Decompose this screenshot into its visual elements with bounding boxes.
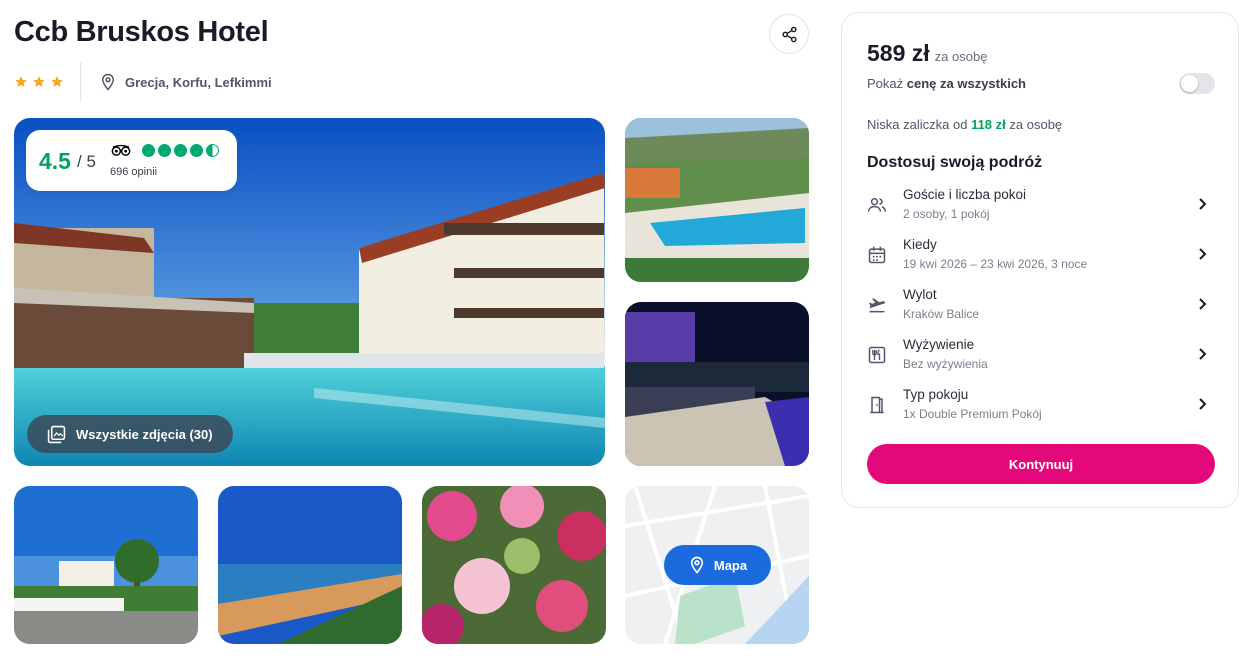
guests-icon bbox=[867, 198, 887, 212]
option-title: Typ pokoju bbox=[903, 387, 969, 402]
tripadvisor-owl-icon bbox=[111, 144, 131, 156]
review-count: 696 opinii bbox=[110, 166, 158, 178]
calendar-icon bbox=[868, 246, 886, 264]
option-dates[interactable]: Kiedy 19 kwi 2026 – 23 kwi 2026, 3 noce bbox=[867, 237, 1215, 277]
location-pin-icon bbox=[101, 73, 115, 91]
option-title: Goście i liczba pokoi bbox=[903, 187, 1027, 202]
deposit-prefix: Niska zaliczka od bbox=[867, 117, 968, 132]
photo-night-terrace[interactable] bbox=[625, 302, 809, 466]
cutlery-icon bbox=[868, 346, 886, 364]
option-board[interactable]: Wyżywienie Bez wyżywienia bbox=[867, 337, 1215, 377]
toggle-knob bbox=[1181, 75, 1198, 92]
photo-pool-aerial[interactable] bbox=[625, 118, 809, 282]
rating-max: / 5 bbox=[77, 152, 96, 171]
rating-bubble-full bbox=[174, 144, 187, 157]
customize-title: Dostosuj swoją podróż bbox=[867, 154, 1043, 171]
option-value: Kraków Balice bbox=[903, 307, 980, 321]
location: Grecja, Korfu, Lefkimmi bbox=[81, 72, 272, 92]
option-value: 2 osoby, 1 pokój bbox=[903, 207, 990, 221]
hotel-name: Ccb Bruskos Hotel bbox=[14, 16, 269, 48]
gallery-icon bbox=[47, 425, 66, 443]
star-rating bbox=[14, 75, 80, 89]
star-icon bbox=[51, 76, 63, 87]
photo-flowers[interactable] bbox=[422, 486, 606, 644]
chevron-right-icon bbox=[1199, 348, 1207, 360]
location-text: Grecja, Korfu, Lefkimmi bbox=[125, 74, 272, 90]
star-icon bbox=[33, 76, 45, 87]
photo-beach[interactable] bbox=[218, 486, 402, 644]
toggle-bold: cenę za wszystkich bbox=[906, 76, 1026, 91]
rating-card: 4.5 / 5 696 opinii bbox=[26, 130, 237, 191]
all-photos-button[interactable]: Wszystkie zdjęcia (30) bbox=[27, 415, 233, 453]
option-guests[interactable]: Goście i liczba pokoi 2 osoby, 1 pokój bbox=[867, 187, 1215, 227]
price-block: 589 zł za osobę bbox=[867, 40, 987, 67]
option-title: Wylot bbox=[903, 287, 937, 302]
option-room-type[interactable]: Typ pokoju 1x Double Premium Pokój bbox=[867, 387, 1215, 427]
hotel-meta: Grecja, Korfu, Lefkimmi bbox=[14, 62, 272, 102]
continue-button[interactable]: Kontynuuj bbox=[867, 444, 1215, 484]
price-unit: za osobę bbox=[934, 49, 988, 64]
rating-bubble-full bbox=[142, 144, 155, 157]
rating-bubble-full bbox=[190, 144, 203, 157]
plane-departure-icon bbox=[869, 298, 886, 313]
price-value: 589 zł bbox=[867, 40, 930, 66]
all-photos-label: Wszystkie zdjęcia (30) bbox=[76, 426, 213, 442]
star-icon bbox=[15, 76, 27, 87]
option-title: Wyżywienie bbox=[903, 337, 975, 352]
map-label: Mapa bbox=[713, 557, 748, 573]
share-button[interactable] bbox=[769, 14, 809, 54]
chevron-right-icon bbox=[1199, 198, 1207, 210]
option-value: 1x Double Premium Pokój bbox=[903, 407, 1042, 421]
rating-bubble-full bbox=[158, 144, 171, 157]
location-pin-icon bbox=[690, 556, 703, 574]
show-total-price-toggle[interactable] bbox=[1179, 73, 1215, 94]
option-value: 19 kwi 2026 – 23 kwi 2026, 3 noce bbox=[903, 257, 1088, 271]
tripadvisor-rating bbox=[111, 144, 219, 157]
deposit-info: Niska zaliczka od 118 zł za osobę bbox=[867, 117, 1062, 132]
share-icon bbox=[781, 26, 797, 42]
option-title: Kiedy bbox=[903, 237, 937, 252]
chevron-right-icon bbox=[1199, 398, 1207, 410]
option-flight[interactable]: Wylot Kraków Balice bbox=[867, 287, 1215, 327]
deposit-suffix: za osobę bbox=[1009, 117, 1063, 132]
map-button[interactable]: Mapa bbox=[664, 545, 771, 585]
booking-panel: 589 zł za osobę Pokaż cenę za wszystkich… bbox=[841, 12, 1239, 508]
rating-score: 4.5 bbox=[39, 148, 71, 174]
chevron-right-icon bbox=[1199, 298, 1207, 310]
photo-building-palms[interactable] bbox=[14, 486, 198, 644]
option-value: Bez wyżywienia bbox=[903, 357, 988, 371]
show-total-price-label: Pokaż cenę za wszystkich bbox=[867, 76, 1026, 91]
toggle-prefix: Pokaż bbox=[867, 76, 904, 91]
door-icon bbox=[870, 396, 884, 414]
chevron-right-icon bbox=[1199, 248, 1207, 260]
rating-bubble-half bbox=[206, 144, 219, 157]
deposit-amount: 118 zł bbox=[971, 117, 1006, 132]
